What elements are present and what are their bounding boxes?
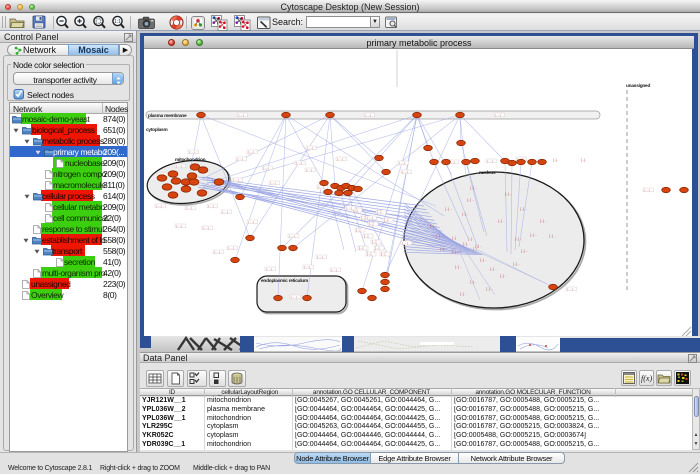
svg-text:[.....]: [.....] [186, 206, 192, 210]
svg-text:[.....]: [.....] [365, 113, 371, 117]
svg-text:[.....]: [.....] [346, 206, 352, 210]
svg-text:[.....]: [.....] [291, 295, 297, 299]
svg-text:1:1: 1:1 [114, 19, 121, 25]
svg-text:[..] ..: [..] .. [470, 280, 477, 284]
svg-text:[.....]: [.....] [402, 170, 408, 174]
svg-text:[.....]: [.....] [317, 255, 323, 259]
svg-text:[...]: [...] [356, 228, 361, 232]
svg-text:[..] ..: [..] .. [430, 224, 437, 228]
svg-text:cytoplasm: cytoplasm [146, 127, 167, 133]
svg-text:[...]: [...] [359, 246, 364, 250]
svg-text:[...]: [...] [377, 210, 382, 214]
svg-text:[...]: [...] [375, 246, 380, 250]
svg-text:f(x): f(x) [641, 374, 652, 383]
svg-text:[..] ..: [..] .. [498, 219, 505, 223]
svg-text:[..] ..: [..] .. [467, 198, 474, 202]
svg-text:[.....]: [.....] [176, 164, 182, 168]
svg-text:[.....]: [.....] [237, 157, 243, 161]
svg-text:[..] ..: [..] .. [436, 234, 443, 238]
svg-text:nucleus: nucleus [479, 170, 496, 176]
svg-text:[.....]: [.....] [248, 150, 254, 154]
svg-text:[.....]: [.....] [222, 210, 228, 214]
svg-text:[.....]: [.....] [263, 166, 269, 170]
svg-text:[..] ..: [..] .. [470, 186, 477, 190]
svg-text:[..] ..: [..] .. [480, 258, 487, 262]
svg-text:[..] ..: [..] .. [520, 207, 527, 211]
svg-text:[...]: [...] [369, 222, 374, 226]
svg-text:[..].: [..]. [452, 236, 457, 240]
svg-text:[...]: [...] [384, 218, 389, 222]
svg-text:[.....]: [.....] [495, 113, 501, 117]
svg-text:[.....]: [.....] [233, 178, 239, 182]
svg-text:[.....]: [.....] [208, 204, 214, 208]
svg-text:[..] ..: [..] .. [452, 250, 459, 254]
svg-text:[..] ..: [..] .. [486, 287, 493, 291]
svg-text:[.....]: [.....] [304, 265, 310, 269]
svg-text:[.....]: [.....] [189, 150, 195, 154]
svg-text:[..] ..: [..] .. [549, 234, 556, 238]
svg-text:[.....]: [.....] [203, 226, 209, 230]
svg-text:[.....]: [.....] [644, 188, 650, 192]
svg-text:mitochondrion: mitochondrion [175, 157, 206, 163]
svg-text:[..] ..: [..] .. [530, 233, 537, 237]
svg-text:[..] ..: [..] .. [540, 219, 547, 223]
svg-text:[.....]: [.....] [367, 216, 373, 220]
svg-text:[..].: [..]. [553, 158, 558, 162]
svg-text:[..] ..: [..] .. [500, 274, 507, 278]
svg-text:[.....]: [.....] [156, 204, 162, 208]
svg-text:[.....]: [.....] [248, 220, 254, 224]
svg-text:[.....]: [.....] [266, 267, 272, 271]
svg-text:[.....]: [.....] [307, 146, 313, 150]
svg-text:[..].: [..]. [581, 158, 586, 162]
svg-text:[.....]: [.....] [331, 268, 337, 272]
svg-text:unassigned: unassigned [626, 83, 650, 89]
svg-text:[.....]: [.....] [296, 161, 302, 165]
svg-text:[..] ..: [..] .. [475, 244, 482, 248]
svg-text:[...]: [...] [364, 234, 369, 238]
svg-text:[...]: [...] [372, 240, 377, 244]
svg-text:[..] ..: [..] .. [445, 207, 452, 211]
svg-text:[..] ..: [..] .. [521, 249, 528, 253]
svg-text:[..] ..: [..] .. [513, 262, 520, 266]
svg-text:[.....]: [.....] [399, 161, 405, 165]
svg-text:[.....]: [.....] [228, 246, 234, 250]
svg-text:[.....]: [.....] [289, 234, 295, 238]
svg-text:[..] ..: [..] .. [460, 292, 467, 296]
svg-text:[..] ..: [..] .. [490, 267, 497, 271]
svg-text:plasma membrane: plasma membrane [148, 113, 187, 119]
svg-text:[..] ..: [..] .. [462, 212, 469, 216]
svg-text:[..] ..: [..] .. [440, 247, 447, 251]
svg-text:[.....]: [.....] [306, 168, 312, 172]
svg-text:[.....]: [.....] [567, 287, 573, 291]
svg-text:[.....]: [.....] [238, 113, 244, 117]
svg-text:[.....]: [.....] [270, 181, 276, 185]
svg-text:[..] ..: [..] .. [505, 192, 512, 196]
svg-text:[.....]: [.....] [214, 250, 220, 254]
svg-text:[..] ..: [..] .. [455, 265, 462, 269]
svg-text:[.....]: [.....] [176, 224, 182, 228]
svg-text:[.....]: [.....] [487, 159, 493, 163]
svg-text:[...]: [...] [381, 252, 386, 256]
svg-text:[..].: [..]. [468, 237, 473, 241]
svg-text:[.....]: [.....] [402, 241, 408, 245]
svg-text:[.....]: [.....] [337, 157, 343, 161]
svg-text:endoplasmic reticulum: endoplasmic reticulum [261, 278, 308, 284]
svg-text:[...]: [...] [361, 216, 366, 220]
svg-text:[...]: [...] [367, 252, 372, 256]
svg-text:[..].: [..]. [463, 242, 468, 246]
svg-text:[..] ..: [..] .. [515, 237, 522, 241]
